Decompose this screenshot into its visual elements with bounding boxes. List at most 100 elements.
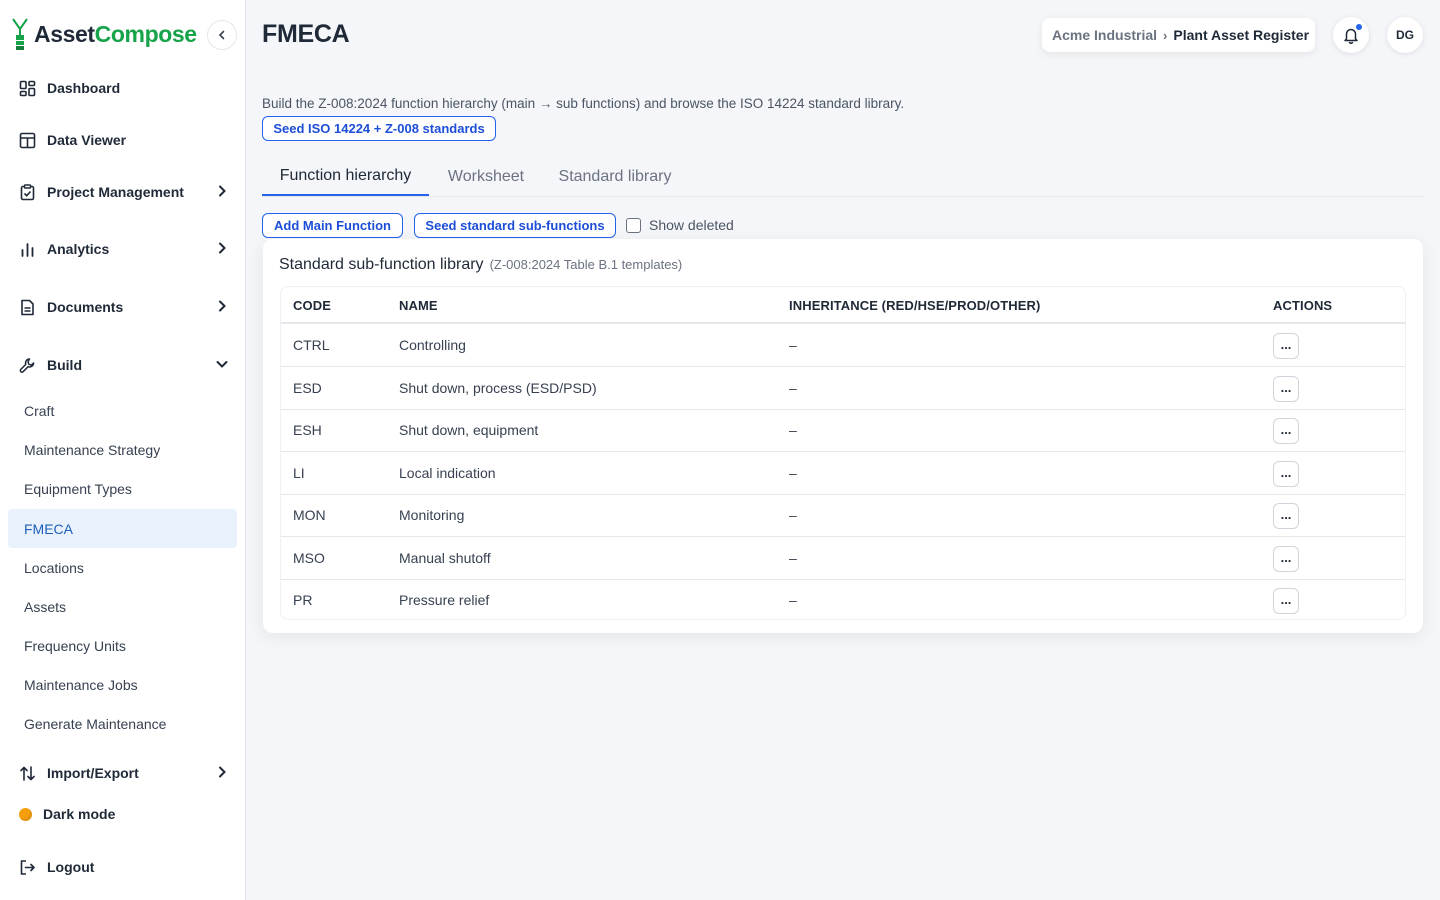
card-title: Standard sub-function library (Z-008:2024… (279, 256, 682, 274)
row-actions-button[interactable]: ... (1273, 503, 1299, 529)
cell-code: PR (293, 592, 313, 608)
chevron-right-icon (219, 300, 226, 312)
sidebar-item-label: Build (47, 357, 82, 373)
show-deleted-checkbox[interactable] (626, 217, 641, 233)
chevron-right-icon (219, 766, 226, 778)
sidebar-item-label: Dashboard (47, 80, 121, 96)
sidebar-item-craft[interactable]: Craft (8, 391, 237, 430)
avatar[interactable]: DG (1387, 17, 1423, 53)
sun-icon (19, 807, 32, 821)
tab-worksheet[interactable]: Worksheet (438, 158, 534, 196)
sidebar-item-data-viewer[interactable]: Data Viewer (18, 128, 234, 152)
sidebar-item-build[interactable]: Build (18, 353, 234, 377)
sidebar-item-label: Import/Export (47, 765, 139, 781)
seed-standards-button[interactable]: Seed ISO 14224 + Z-008 standards (262, 116, 496, 141)
cell-name: Local indication (399, 465, 496, 481)
sidebar-item-project-management[interactable]: Project Management (18, 180, 234, 204)
cell-inheritance: – (789, 465, 797, 481)
logo-icon (12, 18, 28, 50)
tab-standard-library[interactable]: Standard library (550, 158, 680, 196)
logout-icon (18, 858, 36, 876)
cell-code: CTRL (293, 337, 330, 353)
row-actions-button[interactable]: ... (1273, 546, 1299, 572)
table-row[interactable]: MON Monitoring – ... (281, 494, 1405, 537)
show-deleted-toggle[interactable]: Show deleted (626, 217, 734, 233)
cell-inheritance: – (789, 380, 797, 396)
sidebar-item-analytics[interactable]: Analytics (18, 237, 234, 261)
sidebar-item-documents[interactable]: Documents (18, 295, 234, 319)
bar-chart-icon (18, 240, 36, 258)
sidebar-item-fmeca[interactable]: FMECA (8, 509, 237, 548)
cell-name: Controlling (399, 337, 466, 353)
page-description: Build the Z-008:2024 function hierarchy … (262, 96, 905, 111)
chevron-right-icon (219, 242, 226, 254)
cell-inheritance: – (789, 507, 797, 523)
sidebar-item-label: Project Management (47, 184, 184, 200)
cell-code: ESH (293, 422, 322, 438)
dashboard-icon (18, 79, 36, 97)
sidebar-item-label: Analytics (47, 241, 110, 257)
cell-inheritance: – (789, 550, 797, 566)
chevron-right-icon (219, 185, 226, 197)
table-icon (18, 131, 36, 149)
sub-function-library-card: Standard sub-function library (Z-008:2024… (263, 239, 1423, 633)
table-row[interactable]: MSO Manual shutoff – ... (281, 537, 1405, 580)
seed-sub-functions-button[interactable]: Seed standard sub-functions (414, 213, 616, 238)
sidebar-item-maintenance-strategy[interactable]: Maintenance Strategy (8, 430, 237, 469)
collapse-sidebar-button[interactable] (207, 20, 237, 50)
chevron-down-icon (216, 361, 228, 368)
tab-function-hierarchy[interactable]: Function hierarchy (262, 158, 429, 196)
sidebar-item-dashboard[interactable]: Dashboard (18, 76, 234, 100)
row-actions-button[interactable]: ... (1273, 376, 1299, 402)
cell-name: Manual shutoff (399, 550, 491, 566)
sidebar-item-label: Documents (47, 299, 124, 315)
sidebar-item-equipment-types[interactable]: Equipment Types (8, 469, 237, 508)
wrench-icon (18, 356, 36, 374)
table-row[interactable]: LI Local indication – ... (281, 452, 1405, 495)
column-header-name[interactable]: NAME (399, 287, 438, 324)
table-row[interactable]: ESH Shut down, equipment – ... (281, 409, 1405, 452)
add-main-function-button[interactable]: Add Main Function (262, 213, 403, 238)
cell-inheritance: – (789, 592, 797, 608)
table-row[interactable]: PR Pressure relief – ... (281, 579, 1405, 619)
sidebar-item-import-export[interactable]: Import/Export (18, 761, 234, 785)
notifications-button[interactable] (1333, 17, 1369, 53)
cell-inheritance: – (789, 422, 797, 438)
sidebar-item-maintenance-jobs[interactable]: Maintenance Jobs (8, 665, 237, 704)
brand-name: AssetCompose (34, 20, 197, 47)
logout-label: Logout (47, 859, 95, 875)
notification-indicator (1356, 24, 1362, 30)
cell-name: Monitoring (399, 507, 465, 523)
app-logo[interactable]: AssetCompose (10, 17, 197, 51)
row-actions-button[interactable]: ... (1273, 333, 1299, 359)
logout-button[interactable]: Logout (18, 855, 234, 879)
show-deleted-label: Show deleted (649, 217, 734, 233)
cell-name: Pressure relief (399, 592, 490, 608)
document-icon (18, 298, 36, 316)
sidebar-item-frequency-units[interactable]: Frequency Units (8, 626, 237, 665)
dark-mode-toggle[interactable]: Dark mode (18, 802, 234, 826)
column-header-inheritance[interactable]: INHERITANCE (RED/HSE/PROD/OTHER) (789, 287, 1040, 324)
column-header-code[interactable]: CODE (293, 287, 331, 324)
sidebar: AssetCompose Dashboard Data Viewer Proje… (0, 0, 246, 900)
sidebar-item-locations[interactable]: Locations (8, 548, 237, 587)
clipboard-icon (18, 183, 36, 201)
row-actions-button[interactable]: ... (1273, 588, 1299, 614)
row-actions-button[interactable]: ... (1273, 461, 1299, 487)
cell-inheritance: – (789, 337, 797, 353)
breadcrumb-register[interactable]: Plant Asset Register (1173, 27, 1309, 43)
table-row[interactable]: ESD Shut down, process (ESD/PSD) – ... (281, 367, 1405, 410)
dark-mode-label: Dark mode (43, 806, 116, 822)
row-actions-button[interactable]: ... (1273, 418, 1299, 444)
sub-function-table: CODE NAME INHERITANCE (RED/HSE/PROD/OTHE… (280, 286, 1406, 620)
cell-name: Shut down, equipment (399, 422, 539, 438)
chevron-left-icon (218, 30, 225, 40)
table-row[interactable]: CTRL Controlling – ... (281, 324, 1405, 367)
page-title: FMECA (262, 20, 350, 48)
sidebar-item-label: Data Viewer (47, 132, 127, 148)
cell-code: MON (293, 507, 326, 523)
card-subtitle: (Z-008:2024 Table B.1 templates) (489, 257, 683, 272)
breadcrumb-organization[interactable]: Acme Industrial (1052, 27, 1157, 43)
sidebar-item-generate-maintenance[interactable]: Generate Maintenance (8, 704, 237, 743)
sidebar-item-assets[interactable]: Assets (8, 587, 237, 626)
